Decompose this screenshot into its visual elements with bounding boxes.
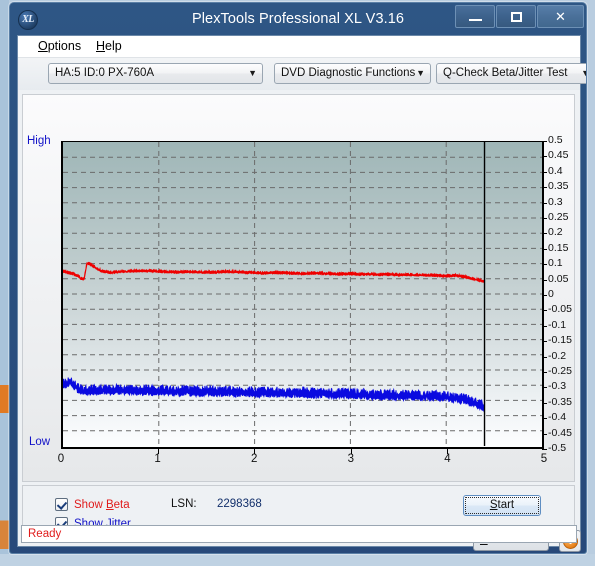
graph-panel: High Low 0.5 0.45 0.4 0.35 0.3 0.25 0.2 0.15 0.1…: [22, 94, 575, 482]
plot-wrapper: [61, 141, 544, 449]
y-tick-label: -0.25: [548, 365, 572, 377]
y-tick-label: 0.4: [548, 164, 563, 177]
test-select-value: Q-Check Beta/Jitter Test: [443, 67, 568, 79]
desktop-bottom-strip: [0, 554, 595, 566]
maximize-icon: [511, 12, 522, 22]
x-tick-mark: [447, 449, 449, 454]
window-controls: ✕: [454, 5, 584, 28]
y-tick-label: 0.35: [548, 180, 569, 193]
status-bar: Ready: [21, 525, 577, 543]
menu-item-help[interactable]: Help: [90, 39, 128, 53]
x-tick-label: 5: [540, 453, 548, 465]
client-area: Options Help HA:5 ID:0 PX-760A ▼ DVD Dia…: [17, 35, 586, 552]
show-beta-label: Show Beta: [74, 498, 130, 511]
show-beta-checkbox[interactable]: [55, 498, 68, 511]
y-tick-label: -0.2: [548, 349, 567, 362]
x-tick-label: 3: [347, 453, 354, 465]
y-tick-label: 0.05: [548, 272, 569, 285]
close-icon: ✕: [555, 9, 566, 24]
minimize-button[interactable]: [455, 5, 495, 28]
x-tick-mark: [157, 449, 159, 454]
close-button[interactable]: ✕: [537, 5, 584, 28]
drive-select-value: HA:5 ID:0 PX-760A: [55, 67, 155, 79]
plot-area[interactable]: [61, 141, 544, 449]
mnemonic: H: [96, 39, 106, 53]
y-tick-label: 0.15: [548, 241, 569, 254]
test-select[interactable]: Q-Check Beta/Jitter Test ▼: [436, 63, 586, 84]
x-tick-label: 0: [57, 453, 65, 465]
menu-options-label: ptions: [47, 39, 82, 53]
start-button[interactable]: Start: [463, 495, 541, 516]
x-tick-label: 4: [444, 453, 451, 465]
y-tick-label: 0.1: [548, 257, 563, 270]
y-tick-label: -0.35: [548, 395, 572, 408]
function-select-value: DVD Diagnostic Functions: [281, 67, 416, 79]
y-tick-label: 0.3: [548, 195, 563, 208]
menu-item-options[interactable]: Options: [32, 39, 87, 53]
y-tick-label: -0.4: [548, 411, 567, 424]
y-tick-label: -0.3: [548, 380, 567, 393]
series-beta: [63, 261, 485, 284]
maximize-button[interactable]: [496, 5, 536, 28]
y-tick-label: -0.05: [548, 303, 572, 316]
desktop-left-strip: [0, 0, 9, 566]
menu-bar: Options Help: [18, 36, 580, 58]
toolbar: HA:5 ID:0 PX-760A ▼ DVD Diagnostic Funct…: [18, 58, 586, 90]
title-bar[interactable]: XL PlexTools Professional XL V3.16 ✕: [10, 3, 586, 37]
lsn-label: LSN:: [171, 498, 197, 510]
y-tick-label: 0.45: [548, 149, 569, 162]
show-beta-checkbox-row[interactable]: Show Beta: [55, 498, 130, 511]
axis-low-label: Low: [29, 436, 51, 448]
chevron-down-icon: ▼: [416, 68, 425, 78]
chart-svg: [63, 142, 542, 446]
x-tick-mark: [254, 449, 256, 454]
mnemonic: O: [38, 39, 48, 53]
drive-select[interactable]: HA:5 ID:0 PX-760A ▼: [48, 63, 263, 84]
y-tick-label: 0.5: [548, 134, 563, 146]
x-tick-mark: [350, 449, 352, 454]
y-tick-label: 0: [548, 288, 554, 300]
axis-high-label: High: [27, 135, 51, 147]
y-tick-label: -0.45: [548, 426, 572, 439]
y-tick-label: -0.15: [548, 334, 572, 347]
minimize-icon: [469, 19, 482, 21]
y-tick-mark: [542, 449, 547, 450]
function-select[interactable]: DVD Diagnostic Functions ▼: [274, 63, 431, 84]
chevron-down-icon: ▼: [248, 68, 257, 78]
menu-help-label: elp: [105, 39, 122, 53]
y-tick-label: -0.5: [548, 442, 567, 454]
series-jitter: [63, 377, 485, 413]
y-tick-label: -0.1: [548, 318, 567, 331]
y-tick-label: 0.2: [548, 226, 563, 239]
x-tick-label: 1: [154, 453, 161, 465]
chevron-down-icon: ▼: [581, 64, 586, 83]
lsn-value: 2298368: [217, 498, 262, 510]
y-tick-label: 0.25: [548, 211, 569, 223]
application-window: XL PlexTools Professional XL V3.16 ✕ Opt…: [9, 2, 587, 554]
x-tick-label: 2: [250, 453, 258, 465]
